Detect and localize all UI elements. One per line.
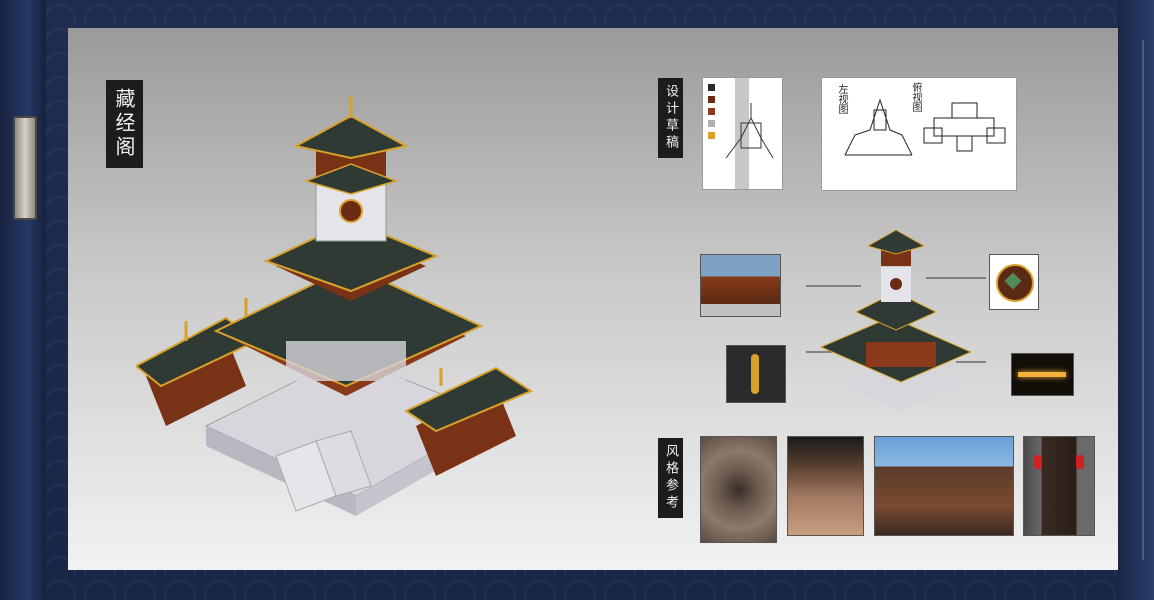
scroll-right-border xyxy=(1118,0,1154,600)
pavilion-illustration xyxy=(136,96,534,516)
small-pavilion-model xyxy=(806,229,986,412)
scroll-left-roller xyxy=(0,0,46,600)
reference-ornament xyxy=(726,345,786,403)
scroll-handle xyxy=(13,116,37,220)
reference-red-door xyxy=(1023,436,1095,536)
bamboo-decoration xyxy=(1142,40,1144,560)
reference-gateway xyxy=(874,436,1014,536)
style-reference-label: 风格参考 xyxy=(658,438,683,518)
sketch-color-palette xyxy=(702,77,783,190)
reference-eaves xyxy=(787,436,864,536)
left-view-sketch xyxy=(844,98,913,156)
swatch xyxy=(708,132,715,139)
top-view-sketch xyxy=(923,102,1006,152)
swatch xyxy=(708,120,715,127)
swatch xyxy=(708,96,715,103)
reference-night-lights xyxy=(1011,353,1074,396)
reference-carved-panel xyxy=(700,436,777,543)
scroll-frame: 藏经阁 设计草稿 左视图 俯视图 风格参考 xyxy=(0,0,1154,600)
swatch xyxy=(708,108,715,115)
reference-photo-gate xyxy=(700,254,781,317)
concept-panel: 藏经阁 设计草稿 左视图 俯视图 风格参考 xyxy=(68,28,1118,570)
sketch-views: 左视图 俯视图 xyxy=(821,77,1017,191)
reference-emblem xyxy=(989,254,1039,310)
sketch-drawing xyxy=(725,103,774,159)
design-sketch-label: 设计草稿 xyxy=(658,78,683,158)
swatch xyxy=(708,84,715,91)
